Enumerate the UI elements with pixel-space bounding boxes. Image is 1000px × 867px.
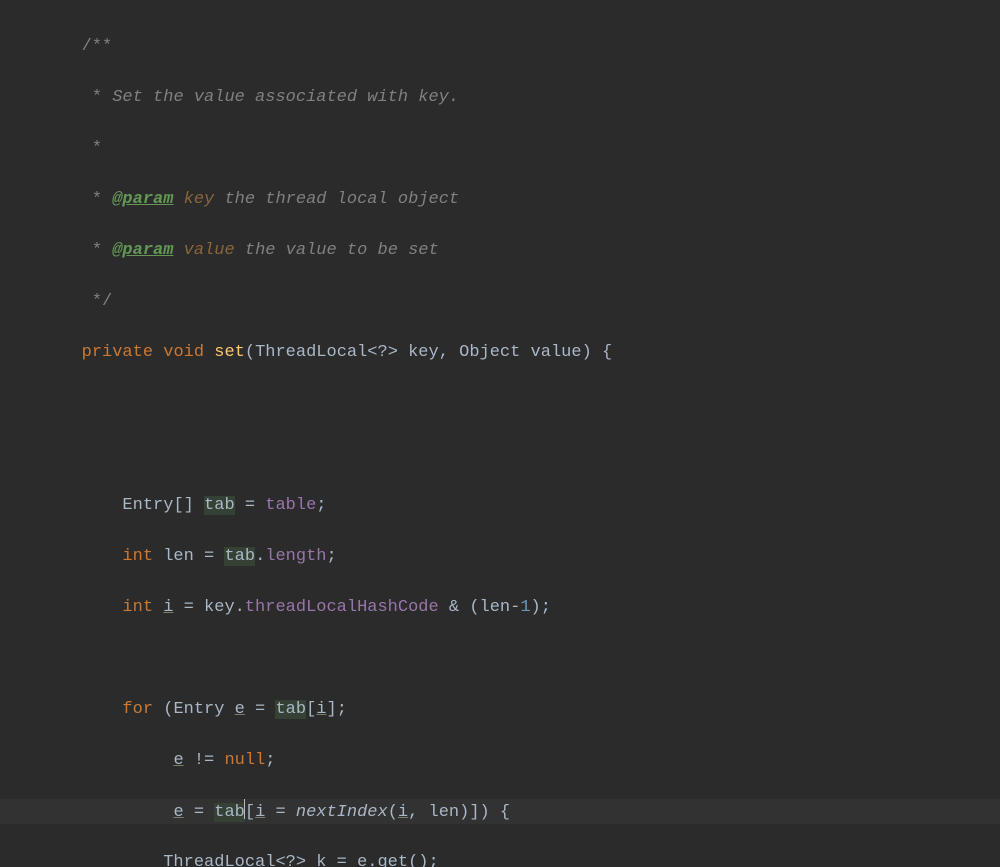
code-line[interactable]: for (Entry e = tab[i]; [0,697,1000,723]
blank-line[interactable] [0,646,1000,672]
code-line[interactable]: * @param value the value to be set [0,238,1000,264]
code-line[interactable]: */ [0,289,1000,315]
code-editor[interactable]: /** * Set the value associated with key.… [0,0,1000,867]
code-line[interactable]: private void set(ThreadLocal<?> key, Obj… [0,340,1000,366]
code-line[interactable]: int len = tab.length; [0,544,1000,570]
code-line[interactable]: * [0,136,1000,162]
code-line[interactable]: * Set the value associated with key. [0,85,1000,111]
blank-line[interactable] [0,442,1000,468]
var-e: e [235,700,245,719]
code-line[interactable]: Entry[] tab = table; [0,493,1000,519]
current-line[interactable]: e = tab[i = nextIndex(i, len)]) { [0,799,1000,825]
var-tab: tab [204,496,235,515]
method-name: set [214,343,245,362]
comment-close: */ [82,292,113,311]
code-line[interactable]: * @param key the thread local object [0,187,1000,213]
code-line[interactable]: ThreadLocal<?> k = e.get(); [0,850,1000,867]
javadoc-tag: @param [112,190,173,209]
code-line[interactable]: int i = key.threadLocalHashCode & (len-1… [0,595,1000,621]
javadoc-desc: Set the value associated with key. [102,88,459,107]
code-line[interactable]: /** [0,34,1000,60]
var-i: i [163,598,173,617]
code-line[interactable]: e != null; [0,748,1000,774]
comment-open: /** [82,37,113,56]
blank-line[interactable] [0,391,1000,417]
javadoc-tag: @param [112,241,173,260]
